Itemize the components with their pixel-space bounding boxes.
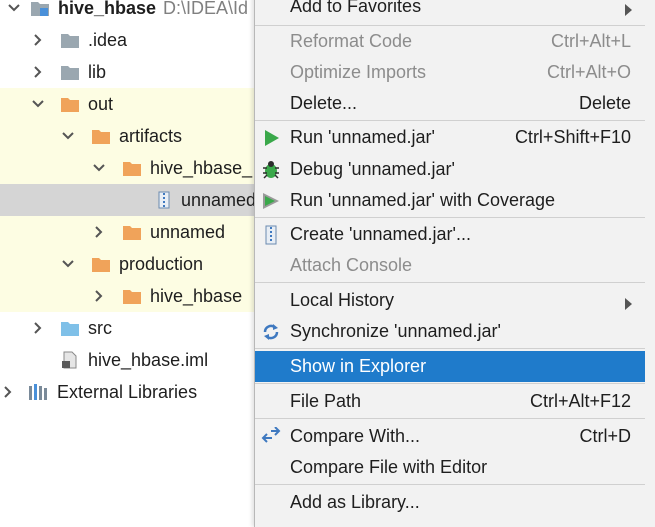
menu-separator <box>255 120 645 121</box>
menu-item-shortcut: Ctrl+D <box>579 426 631 446</box>
iml-file-icon <box>60 351 80 369</box>
submenu-arrow-icon <box>623 0 633 16</box>
menu-item-label: Optimize Imports <box>290 62 427 82</box>
tree-item-label: unnamed <box>150 222 226 242</box>
menu-item-debug[interactable]: Debug 'unnamed.jar' <box>255 154 645 185</box>
menu-item-local-history[interactable]: Local History <box>255 285 645 316</box>
source-folder-icon <box>60 319 80 337</box>
menu-item-delete[interactable]: Delete... Delete <box>255 88 645 119</box>
chevron-down-icon[interactable] <box>30 96 46 112</box>
root-project-path: D:\IDEA\Id <box>163 0 249 18</box>
menu-item-reformat-code[interactable]: Reformat Code Ctrl+Alt+L <box>255 26 645 57</box>
menu-item-add-to-favorites[interactable]: Add to Favorites <box>255 0 645 22</box>
root-project-label: hive_hbase <box>58 0 157 18</box>
module-folder-icon <box>30 0 50 17</box>
tree-item-label: .idea <box>88 30 128 50</box>
menu-item-label: Attach Console <box>290 255 413 275</box>
chevron-right-icon[interactable] <box>30 32 46 48</box>
excluded-folder-icon <box>91 255 111 273</box>
menu-item-label: Debug 'unnamed.jar' <box>290 159 455 179</box>
submenu-arrow-icon <box>623 294 633 310</box>
menu-item-label: Add to Favorites <box>290 0 422 16</box>
compare-arrows-icon <box>261 427 281 447</box>
menu-item-label: File Path <box>290 391 362 411</box>
menu-separator <box>255 484 645 485</box>
menu-separator <box>255 282 645 283</box>
menu-item-label: Compare With... <box>290 426 421 446</box>
menu-item-optimize-imports[interactable]: Optimize Imports Ctrl+Alt+O <box>255 57 645 88</box>
jar-config-icon <box>261 225 281 245</box>
menu-item-label: Local History <box>290 290 395 310</box>
context-menu: Add to Favorites Reformat Code Ctrl+Alt+… <box>254 0 655 527</box>
menu-separator <box>255 383 645 384</box>
menu-item-synchronize[interactable]: Synchronize 'unnamed.jar' <box>255 316 645 347</box>
menu-item-run-with-coverage[interactable]: Run 'unnamed.jar' with Coverage <box>255 185 645 216</box>
menu-item-label: Run 'unnamed.jar' with Coverage <box>290 190 556 210</box>
chevron-down-icon[interactable] <box>60 256 76 272</box>
menu-item-label: Compare File with Editor <box>290 457 488 477</box>
menu-item-shortcut: Ctrl+Alt+O <box>546 62 631 82</box>
run-icon <box>261 128 281 148</box>
menu-item-compare-file-with-editor[interactable]: Compare File with Editor <box>255 452 645 483</box>
excluded-folder-icon <box>122 287 142 305</box>
tree-item-label: unnamed <box>181 190 257 210</box>
chevron-right-icon[interactable] <box>30 64 46 80</box>
chevron-right-icon[interactable] <box>91 224 107 240</box>
chevron-down-icon[interactable] <box>60 128 76 144</box>
menu-item-label: Show in Explorer <box>290 356 427 376</box>
tree-item-label: production <box>119 254 204 274</box>
tree-item-label: out <box>88 94 114 114</box>
debug-bug-icon <box>261 160 281 180</box>
menu-item-label: Reformat Code <box>290 31 413 51</box>
excluded-folder-icon <box>122 223 142 241</box>
menu-item-shortcut: Ctrl+Alt+L <box>550 31 631 51</box>
menu-item-create-run-config[interactable]: Create 'unnamed.jar'... <box>255 219 645 250</box>
menu-separator <box>255 348 645 349</box>
menu-item-label: Synchronize 'unnamed.jar' <box>290 321 501 341</box>
menu-separator <box>255 418 645 419</box>
folder-icon <box>60 63 80 81</box>
menu-item-add-as-library[interactable]: Add as Library... <box>255 487 645 518</box>
tree-item-label: hive_hbase <box>150 286 243 306</box>
menu-item-shortcut: Ctrl+Alt+F12 <box>529 391 631 411</box>
sync-icon <box>261 322 281 342</box>
tree-item-label: hive_hbase.iml <box>88 350 209 370</box>
menu-item-label: Add as Library... <box>290 492 420 512</box>
coverage-icon <box>261 191 281 211</box>
tree-item-label: artifacts <box>119 126 183 146</box>
excluded-folder-icon <box>122 159 142 177</box>
menu-item-shortcut: Delete <box>578 93 631 113</box>
library-icon <box>28 383 48 401</box>
menu-item-file-path[interactable]: File Path Ctrl+Alt+F12 <box>255 386 645 417</box>
tree-item-label: External Libraries <box>57 382 198 402</box>
chevron-down-icon[interactable] <box>91 160 107 176</box>
tree-item-label: lib <box>88 62 107 82</box>
menu-item-label: Create 'unnamed.jar'... <box>290 224 471 244</box>
menu-separator <box>255 217 645 218</box>
tree-item-label: hive_hbase_ <box>150 158 253 178</box>
chevron-right-icon[interactable] <box>0 384 16 400</box>
menu-item-show-in-explorer[interactable]: Show in Explorer <box>255 351 645 382</box>
menu-item-label: Delete... <box>290 93 358 113</box>
chevron-right-icon[interactable] <box>91 288 107 304</box>
excluded-folder-icon <box>60 95 80 113</box>
menu-item-label: Run 'unnamed.jar' <box>290 127 435 147</box>
chevron-down-icon[interactable] <box>6 0 22 16</box>
folder-icon <box>60 31 80 49</box>
menu-item-compare-with[interactable]: Compare With... Ctrl+D <box>255 421 645 452</box>
chevron-right-icon[interactable] <box>30 320 46 336</box>
menu-item-run[interactable]: Run 'unnamed.jar' Ctrl+Shift+F10 <box>255 122 645 153</box>
menu-item-shortcut: Ctrl+Shift+F10 <box>514 127 631 147</box>
jar-file-icon <box>155 191 175 209</box>
menu-item-attach-console[interactable]: Attach Console <box>255 250 645 281</box>
tree-item-label: src <box>88 318 112 338</box>
excluded-folder-icon <box>91 127 111 145</box>
